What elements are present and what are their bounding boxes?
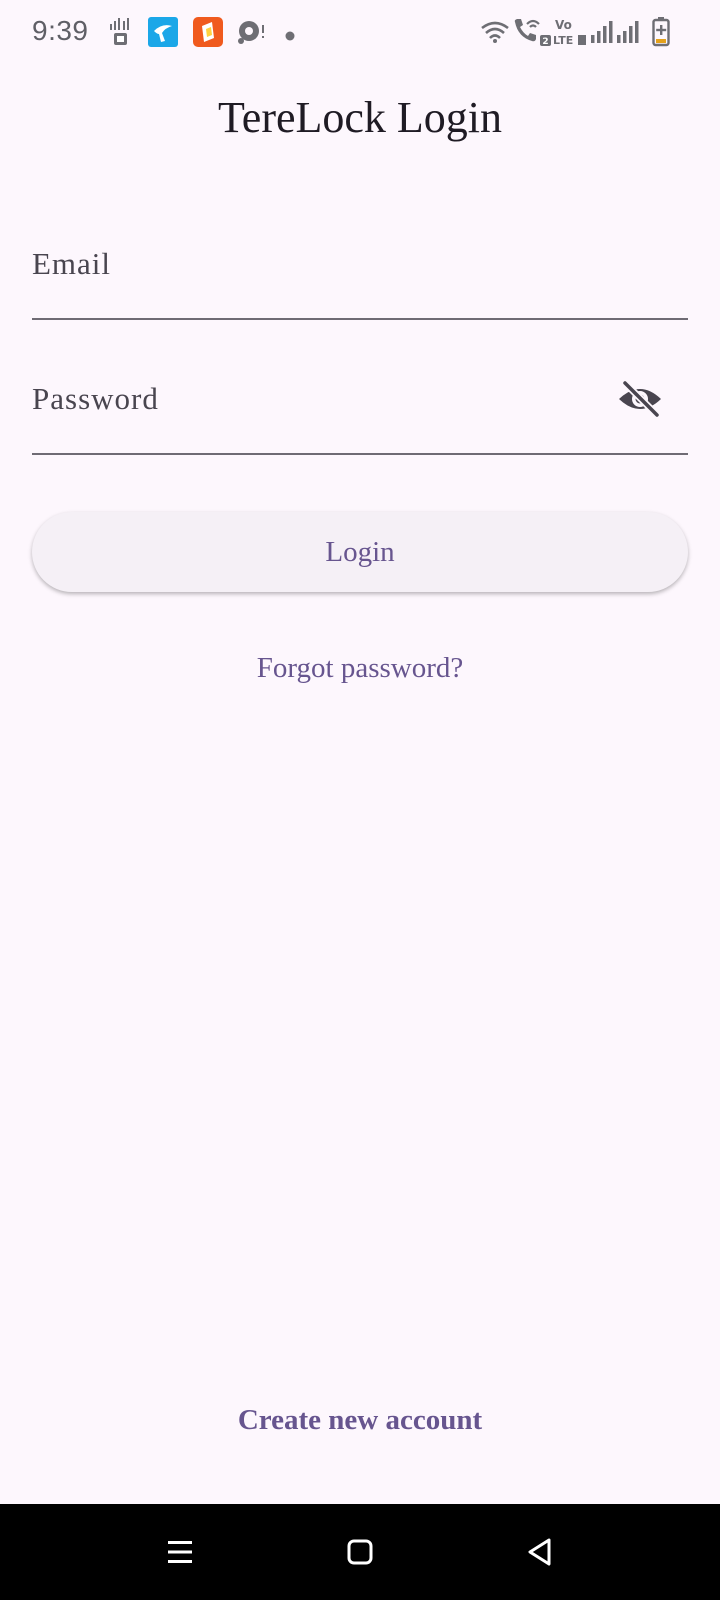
grameenphone-app-icon: [148, 17, 178, 52]
signal-1-icon: [591, 21, 613, 48]
eye-off-icon[interactable]: [616, 375, 664, 423]
status-time: 9:39: [32, 15, 89, 46]
svg-text:LTE: LTE: [553, 34, 573, 47]
svg-text:Vo: Vo: [555, 18, 572, 32]
cast-icon: [238, 19, 266, 50]
password-input[interactable]: [32, 343, 632, 455]
email-input[interactable]: [32, 208, 632, 320]
password-underline: [32, 453, 688, 455]
notification-dot-icon: [285, 28, 295, 46]
password-field[interactable]: [32, 343, 688, 455]
login-button[interactable]: Login: [32, 512, 688, 592]
email-field[interactable]: [32, 208, 688, 320]
orange-app-icon: [193, 17, 223, 52]
status-bar: 9:39 2 Vo LTE: [0, 0, 720, 66]
svg-text:2: 2: [542, 37, 548, 47]
page-title: TereLock Login: [217, 93, 503, 142]
sim-data-icon: [108, 18, 132, 51]
wifi-icon: [480, 20, 510, 49]
back-icon[interactable]: [518, 1530, 562, 1574]
signal-2-icon: [617, 21, 639, 48]
recents-icon[interactable]: [158, 1530, 202, 1574]
create-account-link[interactable]: Create new account: [0, 1404, 720, 1437]
email-underline: [32, 318, 688, 320]
wifi-calling-icon: 2: [512, 17, 552, 52]
navigation-bar: [0, 1504, 720, 1600]
battery-charging-icon: [652, 17, 670, 52]
volte-icon: Vo LTE: [553, 17, 587, 52]
home-icon[interactable]: [338, 1530, 382, 1574]
forgot-password-link[interactable]: Forgot password?: [0, 652, 720, 685]
